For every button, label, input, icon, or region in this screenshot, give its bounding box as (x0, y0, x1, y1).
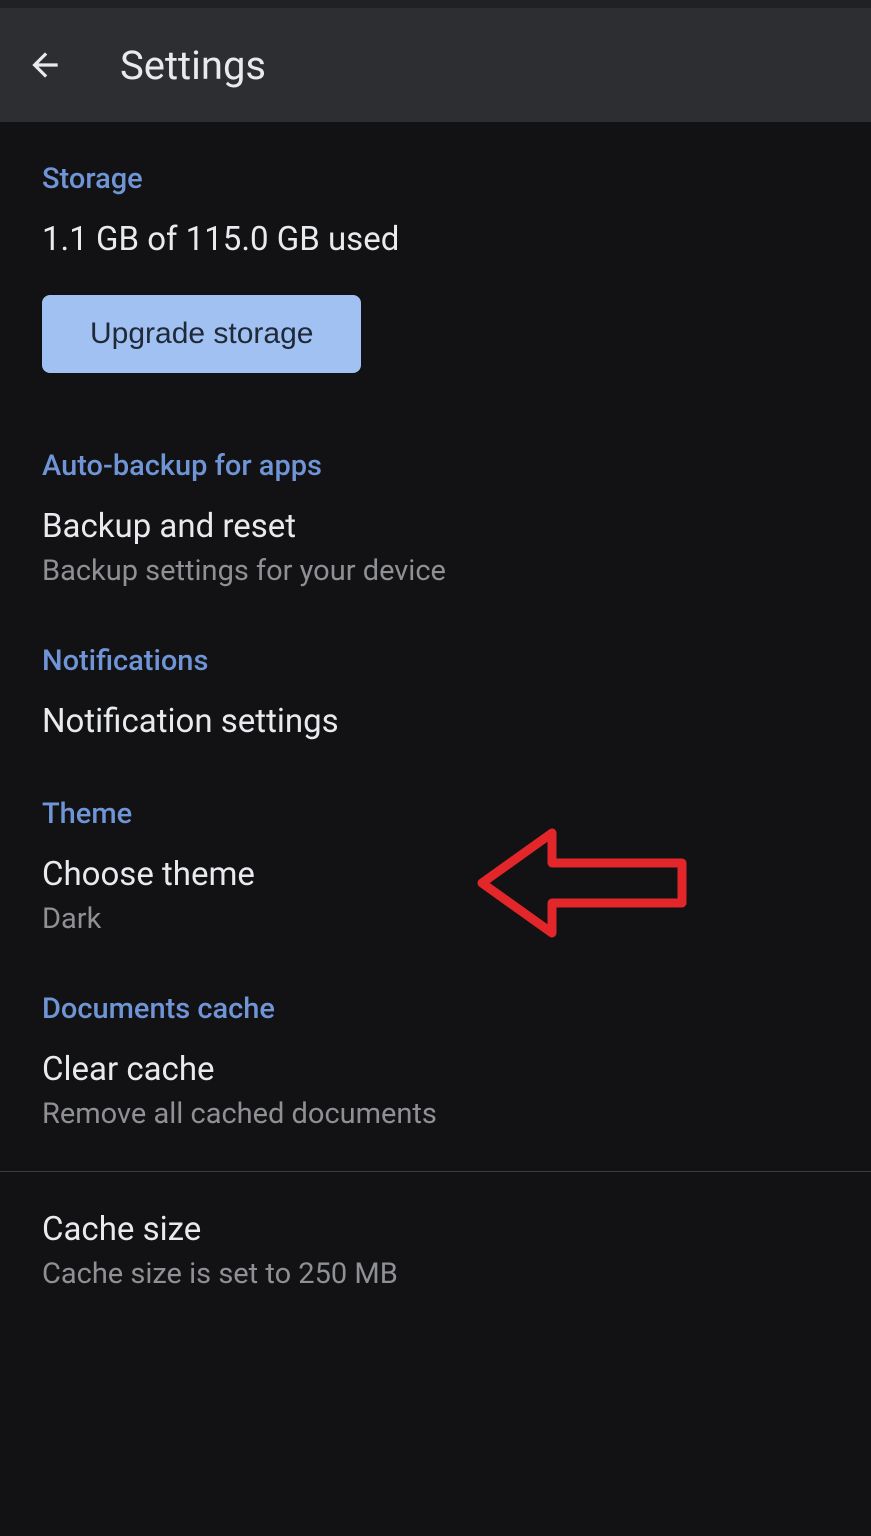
settings-content: Storage 1.1 GB of 115.0 GB used Upgrade … (0, 122, 871, 1291)
section-documents-cache: Documents cache Clear cache Remove all c… (42, 992, 829, 1291)
app-header: Settings (0, 8, 871, 122)
back-button[interactable] (20, 40, 70, 90)
cache-size-subtitle: Cache size is set to 250 MB (42, 1257, 829, 1291)
status-bar-spacer (0, 0, 871, 8)
clear-cache-title: Clear cache (42, 1050, 829, 1089)
section-storage: Storage 1.1 GB of 115.0 GB used Upgrade … (42, 162, 829, 373)
backup-reset-title: Backup and reset (42, 507, 829, 546)
choose-theme-item[interactable]: Choose theme Dark (42, 855, 829, 936)
theme-header: Theme (42, 797, 829, 831)
clear-cache-item[interactable]: Clear cache Remove all cached documents (42, 1050, 829, 1131)
page-title: Settings (120, 42, 266, 89)
choose-theme-subtitle: Dark (42, 902, 829, 936)
section-autobackup: Auto-backup for apps Backup and reset Ba… (42, 449, 829, 588)
upgrade-storage-button[interactable]: Upgrade storage (42, 295, 361, 373)
cache-size-title: Cache size (42, 1210, 829, 1249)
backup-reset-subtitle: Backup settings for your device (42, 554, 829, 588)
cache-size-item[interactable]: Cache size Cache size is set to 250 MB (42, 1210, 829, 1291)
documents-cache-header: Documents cache (42, 992, 829, 1026)
notification-settings-title: Notification settings (42, 702, 829, 741)
storage-header: Storage (42, 162, 829, 196)
section-theme: Theme Choose theme Dark (42, 797, 829, 936)
notification-settings-item[interactable]: Notification settings (42, 702, 829, 741)
autobackup-header: Auto-backup for apps (42, 449, 829, 483)
backup-reset-item[interactable]: Backup and reset Backup settings for you… (42, 507, 829, 588)
section-notifications: Notifications Notification settings (42, 644, 829, 741)
divider (0, 1171, 871, 1172)
storage-usage-text: 1.1 GB of 115.0 GB used (42, 220, 829, 259)
choose-theme-title: Choose theme (42, 855, 829, 894)
notifications-header: Notifications (42, 644, 829, 678)
arrow-left-icon (26, 46, 64, 84)
clear-cache-subtitle: Remove all cached documents (42, 1097, 829, 1131)
